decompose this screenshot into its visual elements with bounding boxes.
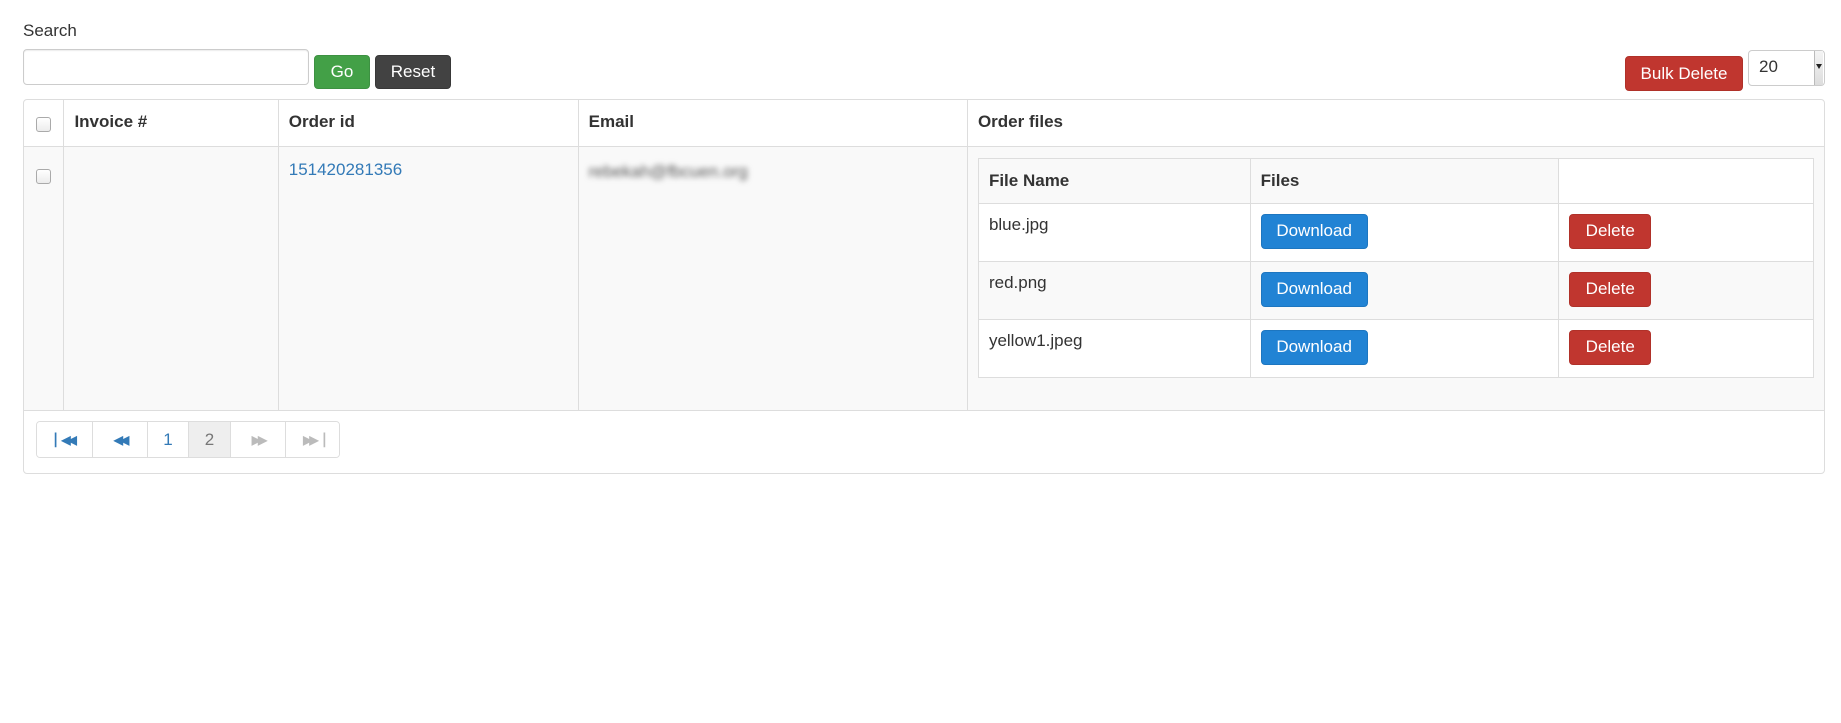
- files-table: File Name Files blue.jpg Download Delete: [977, 157, 1814, 378]
- bulk-delete-button[interactable]: Bulk Delete: [1625, 56, 1743, 91]
- header-order-files: Order files: [966, 100, 1824, 147]
- header-email[interactable]: Email: [577, 100, 968, 147]
- files-header-actions: [1558, 158, 1814, 204]
- header-invoice[interactable]: Invoice #: [63, 100, 279, 147]
- file-download-cell: Download: [1249, 260, 1560, 320]
- next-page-icon: ▶▶: [251, 432, 268, 447]
- file-delete-cell: Delete: [1558, 202, 1814, 262]
- row-select-cell: [24, 145, 65, 411]
- file-name: blue.jpg: [978, 202, 1251, 262]
- order-id-link[interactable]: 151420281356: [289, 160, 402, 180]
- reset-button[interactable]: Reset: [375, 55, 451, 89]
- row-checkbox[interactable]: [36, 168, 51, 184]
- file-name: yellow1.jpeg: [978, 318, 1251, 378]
- search-label: Search: [23, 21, 77, 40]
- previous-page-icon: ◀◀: [113, 432, 130, 447]
- download-button[interactable]: Download: [1260, 329, 1368, 365]
- previous-page-button[interactable]: ◀◀: [92, 422, 147, 457]
- delete-button[interactable]: Delete: [1569, 213, 1652, 249]
- files-header-files: Files: [1249, 158, 1560, 204]
- delete-button[interactable]: Delete: [1569, 329, 1652, 365]
- header-order-id[interactable]: Order id: [277, 100, 579, 147]
- orders-table: Invoice # Order id Email Order files 151…: [24, 100, 1824, 411]
- page-2-button[interactable]: 2: [188, 422, 230, 457]
- file-download-cell: Download: [1249, 202, 1560, 262]
- select-all-cell: [24, 100, 65, 147]
- orders-panel: Invoice # Order id Email Order files 151…: [23, 99, 1825, 474]
- download-button[interactable]: Download: [1260, 271, 1368, 307]
- email-value-redacted: rebekah@fbcuen.org: [588, 161, 748, 181]
- files-header-row: File Name Files: [978, 158, 1814, 204]
- table-header-row: Invoice # Order id Email Order files: [24, 100, 1824, 147]
- file-delete-cell: Delete: [1558, 260, 1814, 320]
- search-input[interactable]: [23, 49, 309, 85]
- file-delete-cell: Delete: [1558, 318, 1814, 378]
- download-button[interactable]: Download: [1260, 213, 1368, 249]
- last-page-button[interactable]: ▶▶▕: [285, 422, 339, 457]
- dropdown-arrow-icon[interactable]: [1814, 51, 1823, 85]
- go-button[interactable]: Go: [314, 55, 370, 89]
- files-header-file-name: File Name: [978, 158, 1251, 204]
- next-page-button[interactable]: ▶▶: [230, 422, 285, 457]
- pagination: ▏◀◀ ◀◀ 1 2 ▶▶ ▶▶▕: [36, 421, 340, 458]
- last-page-icon: ▶▶▕: [303, 432, 325, 447]
- table-row: 151420281356 rebekah@fbcuen.org File Nam…: [24, 145, 1824, 411]
- page-size-value: 20: [1759, 57, 1778, 76]
- file-download-cell: Download: [1249, 318, 1560, 378]
- order-files-cell: File Name Files blue.jpg Download Delete: [966, 145, 1824, 411]
- file-name: red.png: [978, 260, 1251, 320]
- email-cell: rebekah@fbcuen.org: [577, 145, 968, 411]
- invoice-cell: [63, 145, 279, 411]
- order-id-cell: 151420281356: [277, 145, 579, 411]
- file-row: blue.jpg Download Delete: [978, 202, 1814, 262]
- page-size-select[interactable]: 20: [1748, 50, 1825, 86]
- first-page-icon: ▏◀◀: [55, 432, 77, 447]
- delete-button[interactable]: Delete: [1569, 271, 1652, 307]
- file-row: yellow1.jpeg Download Delete: [978, 318, 1814, 378]
- file-row: red.png Download Delete: [978, 260, 1814, 320]
- select-all-checkbox[interactable]: [36, 117, 51, 132]
- page-1-button[interactable]: 1: [147, 422, 188, 457]
- first-page-button[interactable]: ▏◀◀: [37, 422, 92, 457]
